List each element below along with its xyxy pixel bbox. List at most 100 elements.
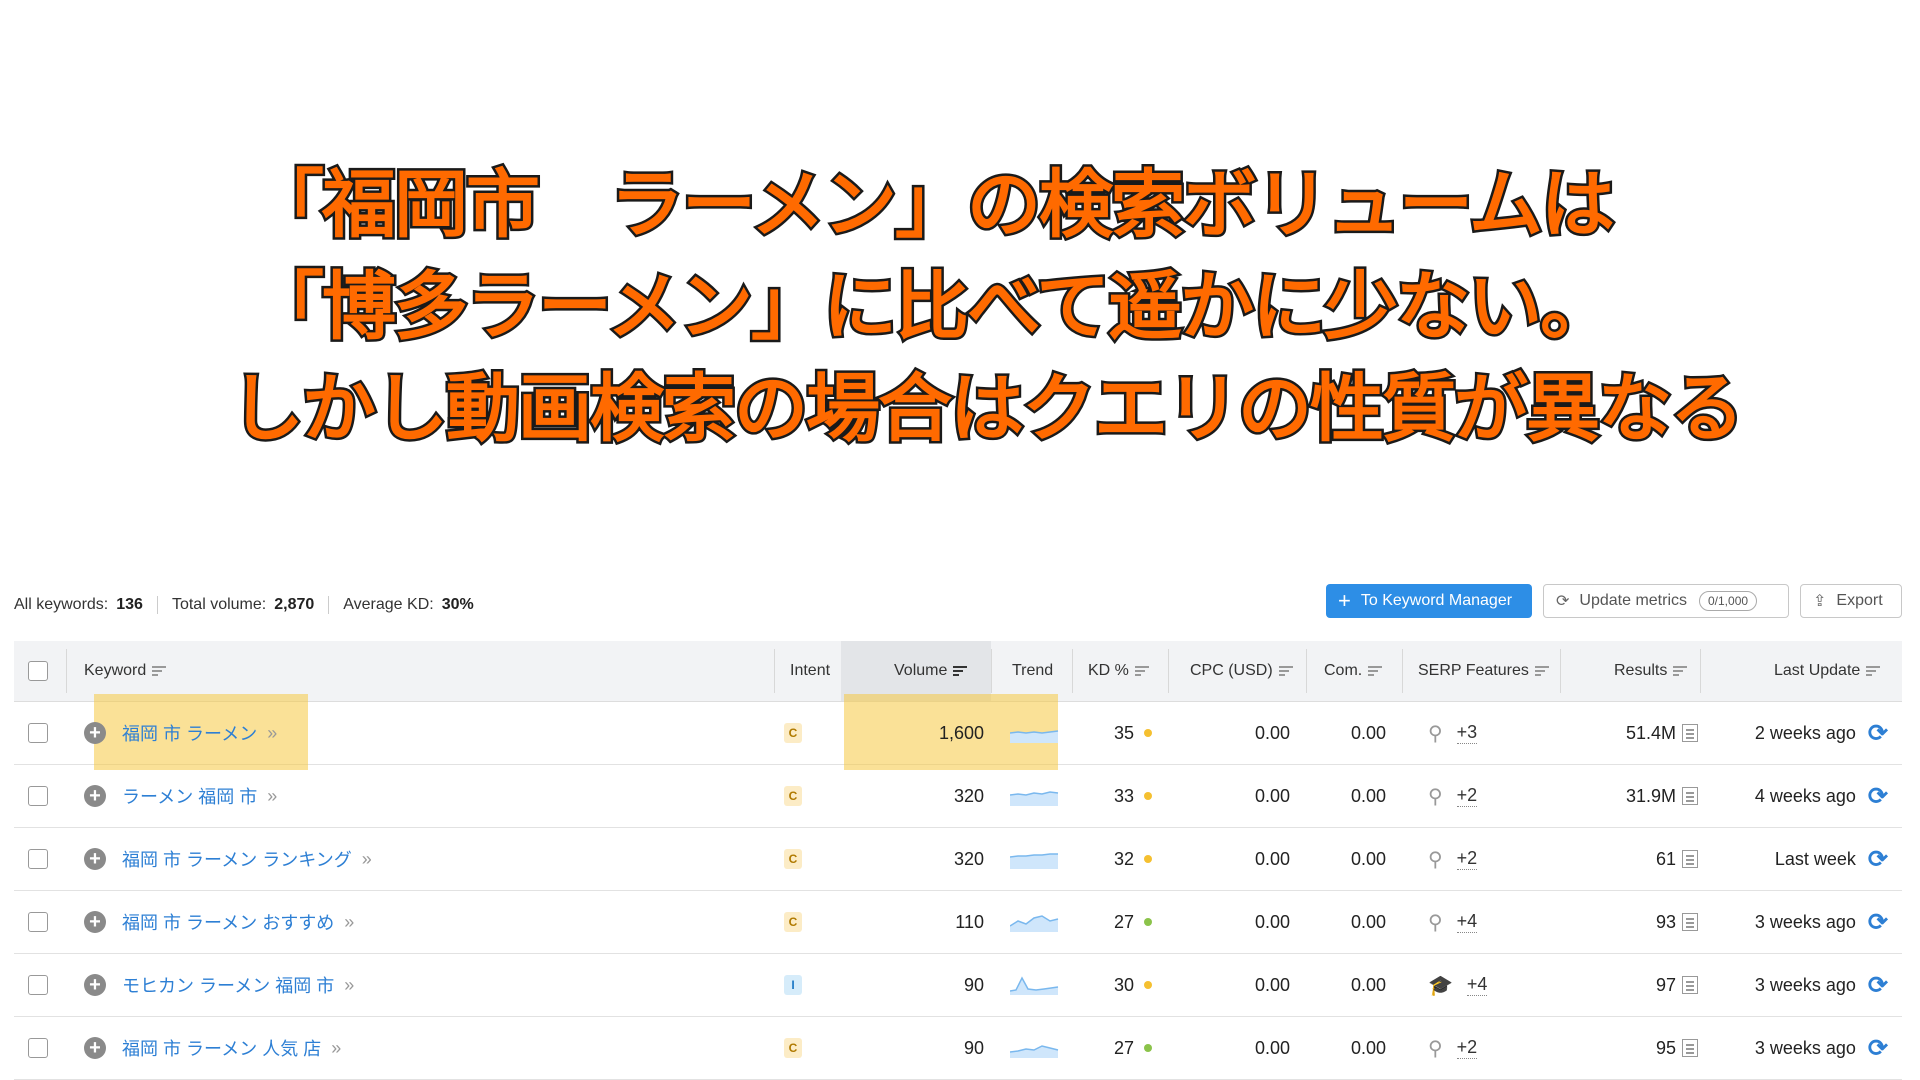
refresh-icon[interactable]: ⟳ [1868,719,1888,748]
column-results[interactable]: Results [1614,641,1688,701]
column-kd[interactable]: KD % [1088,641,1149,701]
sort-icon [1134,664,1149,678]
add-keyword-icon[interactable]: + [84,848,106,870]
serp-snapshot-icon[interactable] [1682,787,1698,805]
row-checkbox-cell [28,765,48,827]
sort-icon [1866,664,1881,678]
row-checkbox-cell [28,702,48,764]
keyword-link[interactable]: 福岡 市 ラーメン 人気 店 [122,1035,321,1061]
select-all-checkbox-cell [28,641,48,701]
kd-cell: 27 [1114,1017,1153,1079]
row-checkbox[interactable] [28,912,48,932]
sort-icon [1278,664,1293,678]
column-volume[interactable]: Volume [894,641,968,701]
refresh-icon[interactable]: ⟳ [1868,782,1888,811]
last-update-value: 3 weeks ago [1754,1037,1856,1058]
refresh-icon[interactable]: ⟳ [1868,845,1888,874]
cpc-cell: 0.00 [1254,974,1290,995]
keyword-cell: + 福岡 市 ラーメン ランキング » [84,828,372,890]
cpc-cell: 0.00 [1254,1037,1290,1058]
serp-more-link[interactable]: +2 [1456,1037,1478,1059]
com-cell: 0.00 [1350,974,1386,995]
double-chevron-icon[interactable]: » [267,723,277,744]
add-keyword-icon[interactable]: + [84,1037,106,1059]
results-value: 31.9M [1625,785,1676,806]
keyword-link[interactable]: 福岡 市 ラーメン [122,720,257,746]
serp-snapshot-icon[interactable] [1682,1039,1698,1057]
keyword-link[interactable]: 福岡 市 ラーメン ランキング [122,846,352,872]
trend-sparkline [1010,976,1059,995]
serp-more-link[interactable]: +3 [1456,722,1478,744]
serp-snapshot-icon[interactable] [1682,913,1698,931]
serp-more-link[interactable]: +4 [1466,974,1488,996]
headline-line-2: 「博多ラーメン」に比べて遥かに少ない。 [247,264,1616,350]
refresh-icon[interactable]: ⟳ [1868,908,1888,937]
row-checkbox[interactable] [28,849,48,869]
row-checkbox[interactable] [28,786,48,806]
column-com[interactable]: Com. [1324,641,1383,701]
location-pin-icon: ⚲ [1428,722,1443,745]
add-keyword-icon[interactable]: + [84,785,106,807]
select-all-checkbox[interactable] [28,661,48,681]
keyword-link[interactable]: ラーメン 福岡 市 [122,783,257,809]
intent-cell: C [784,702,802,764]
to-keyword-manager-button[interactable]: + To Keyword Manager [1326,584,1532,618]
keyword-link[interactable]: 福岡 市 ラーメン おすすめ [122,909,334,935]
intent-badge[interactable]: C [784,786,802,806]
trend-sparkline [1010,915,1059,932]
table-row: + モヒカン ラーメン 福岡 市 » I 90 30 0.00 0.00 🎓 +… [14,954,1902,1017]
intent-badge[interactable]: C [784,723,802,743]
serp-cell: ⚲ +2 [1428,765,1478,827]
location-pin-icon: ⚲ [1428,1037,1443,1060]
keyword-cell: + 福岡 市 ラーメン 人気 店 » [84,1017,341,1079]
serp-snapshot-icon[interactable] [1682,976,1698,994]
stat-average-kd: Average KD: 30% [343,596,487,614]
double-chevron-icon[interactable]: » [344,975,354,996]
add-keyword-icon[interactable]: + [84,911,106,933]
update-metrics-button[interactable]: ⟳ Update metrics 0/1,000 [1543,584,1789,618]
volume-cell: 1,600 [938,722,984,743]
row-checkbox[interactable] [28,1038,48,1058]
column-cpc[interactable]: CPC (USD) [1190,641,1293,701]
com-cell: 0.00 [1350,848,1386,869]
stat-value: 2,870 [274,596,315,613]
intent-badge[interactable]: I [784,975,802,995]
keyword-link[interactable]: モヒカン ラーメン 福岡 市 [122,972,334,998]
column-last-update[interactable]: Last Update [1774,641,1881,701]
keywords-table: Keyword Intent Volume Trend KD % CPC (US… [14,641,1902,1080]
trend-cell [1010,954,1060,1016]
last-update-value: 3 weeks ago [1754,911,1856,932]
serp-more-link[interactable]: +2 [1456,785,1478,807]
intent-badge[interactable]: C [784,849,802,869]
location-pin-icon: ⚲ [1428,911,1443,934]
cpc-cell: 0.00 [1254,848,1290,869]
refresh-icon[interactable]: ⟳ [1868,971,1888,1000]
last-update-cell: 4 weeks ago ⟳ [1755,765,1888,827]
button-label: Export [1836,592,1883,609]
add-keyword-icon[interactable]: + [84,974,106,996]
double-chevron-icon[interactable]: » [331,1038,341,1059]
serp-more-link[interactable]: +4 [1456,911,1478,933]
intent-badge[interactable]: C [784,912,802,932]
row-checkbox[interactable] [28,723,48,743]
double-chevron-icon[interactable]: » [267,786,277,807]
refresh-icon[interactable]: ⟳ [1868,1034,1888,1063]
column-serp-features[interactable]: SERP Features [1418,641,1549,701]
export-button[interactable]: ⇪ Export [1800,584,1902,618]
serp-snapshot-icon[interactable] [1682,850,1698,868]
serp-more-link[interactable]: +2 [1456,848,1478,870]
double-chevron-icon[interactable]: » [344,912,354,933]
volume-cell: 90 [963,974,984,995]
column-keyword[interactable]: Keyword [84,641,167,701]
kd-indicator-dot [1144,918,1153,926]
serp-snapshot-icon[interactable] [1682,724,1698,742]
last-update-value: 4 weeks ago [1754,785,1856,806]
stat-label: Average KD: [343,596,434,613]
row-checkbox[interactable] [28,975,48,995]
add-keyword-icon[interactable]: + [84,722,106,744]
double-chevron-icon[interactable]: » [362,849,372,870]
intent-badge[interactable]: C [784,1038,802,1058]
results-cell: 93 [1656,891,1698,953]
com-cell: 0.00 [1350,785,1386,806]
last-update-value: 2 weeks ago [1754,722,1856,743]
